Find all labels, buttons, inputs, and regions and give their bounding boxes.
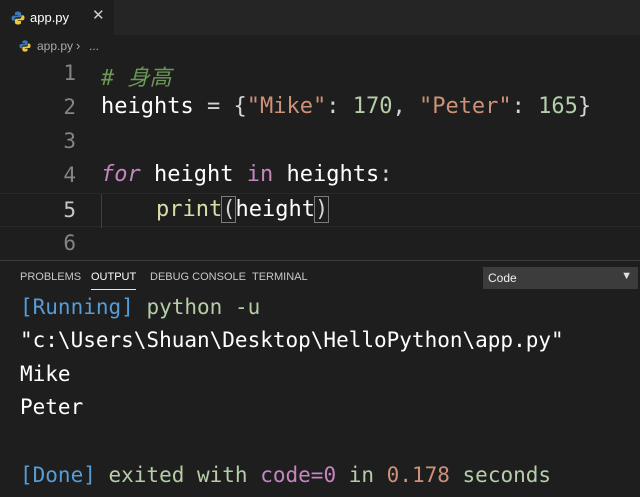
run-command: python -u	[133, 295, 261, 319]
editor-tab-bar: app.py ✕	[0, 0, 640, 35]
variable: heights	[101, 94, 194, 119]
colon: :	[326, 94, 353, 119]
output-line: "c:\Users\Shuan\Desktop\HelloPython\app.…	[20, 328, 564, 352]
file-path: "c:\Users\Shuan\Desktop\HelloPython\app.…	[20, 328, 564, 352]
colon: :	[511, 94, 539, 119]
line-number: 2	[63, 95, 76, 119]
tab-problems[interactable]: PROBLEMS	[20, 271, 81, 283]
line-number: 6	[63, 231, 76, 255]
variable: heights	[286, 162, 380, 187]
breadcrumb: app.py › ...	[0, 35, 640, 57]
code-text: # 身高	[101, 60, 172, 92]
breadcrumb-symbols[interactable]: ...	[89, 39, 99, 53]
string: "Peter"	[418, 94, 512, 119]
breadcrumb-separator: ›	[76, 38, 81, 53]
paren: )	[313, 196, 330, 223]
line-number: 4	[63, 163, 76, 187]
brace: {	[233, 94, 247, 119]
code-text: heights = {"Mike": 170, "Peter": 165}	[101, 94, 591, 119]
indent-guide	[101, 194, 102, 228]
bottom-panel: PROBLEMS OUTPUT DEBUG CONSOLE TERMINAL C…	[0, 260, 640, 497]
output-line: [Done] exited with code=0 in 0.178 secon…	[20, 463, 551, 487]
code-line: 3	[0, 125, 640, 159]
tab-debug-console[interactable]: DEBUG CONSOLE	[150, 271, 246, 283]
output-line: [Running] python -u	[20, 295, 260, 319]
comment: # 身高	[101, 66, 172, 91]
elapsed-seconds: 0.178	[386, 463, 450, 487]
python-file-icon	[19, 40, 31, 55]
breadcrumb-file[interactable]: app.py	[37, 39, 73, 53]
python-file-icon	[11, 11, 25, 30]
line-number: 1	[63, 61, 76, 85]
running-tag: [Running]	[20, 295, 134, 319]
brace: }	[577, 94, 592, 119]
code-line: 6	[0, 227, 640, 261]
code-line: 2 heights = {"Mike": 170, "Peter": 165}	[0, 91, 640, 125]
keyword-for: for	[101, 162, 141, 187]
exit-text: exited with	[95, 463, 261, 487]
code-text: print(height)	[156, 196, 330, 223]
code-text: for height in heights:	[101, 162, 392, 187]
exit-text: seconds	[449, 463, 552, 487]
tab-output[interactable]: OUTPUT	[91, 271, 137, 290]
comma: ,	[392, 94, 419, 119]
line-number: 3	[63, 129, 76, 153]
tab-terminal[interactable]: TERMINAL	[252, 271, 308, 283]
keyword-in: in	[246, 162, 274, 187]
exit-text: in	[336, 463, 387, 487]
number: 170	[352, 94, 393, 119]
operator: =	[193, 94, 234, 119]
tab-label: app.py	[30, 10, 70, 25]
variable: height	[235, 197, 315, 222]
string: "Mike"	[246, 94, 327, 119]
program-output: Mike	[20, 362, 71, 386]
output-channel-select[interactable]: Code ▼	[483, 267, 638, 289]
exit-code: code=0	[260, 463, 337, 487]
colon: :	[379, 162, 393, 187]
code-line-current: 5 print(height)	[0, 193, 640, 228]
code-line: 4 for height in heights:	[0, 159, 640, 193]
chevron-down-icon: ▼	[621, 270, 632, 282]
code-line: 1 # 身高	[0, 57, 640, 91]
done-tag: [Done]	[20, 463, 96, 487]
output-channel-value: Code	[488, 271, 517, 285]
panel-tabs: PROBLEMS OUTPUT DEBUG CONSOLE TERMINAL C…	[0, 261, 640, 293]
program-output: Peter	[20, 395, 84, 419]
paren: (	[221, 196, 237, 223]
code-editor[interactable]: 1 # 身高 2 heights = {"Mike": 170, "Peter"…	[0, 57, 640, 260]
output-line: Peter	[20, 395, 83, 419]
function-name: print	[156, 197, 223, 222]
tab-app-py[interactable]: app.py ✕	[0, 0, 114, 35]
number: 165	[538, 94, 578, 119]
output-line: Mike	[20, 362, 71, 386]
variable: height	[154, 162, 234, 187]
close-tab-icon[interactable]: ✕	[92, 8, 105, 23]
line-number: 5	[63, 198, 76, 222]
